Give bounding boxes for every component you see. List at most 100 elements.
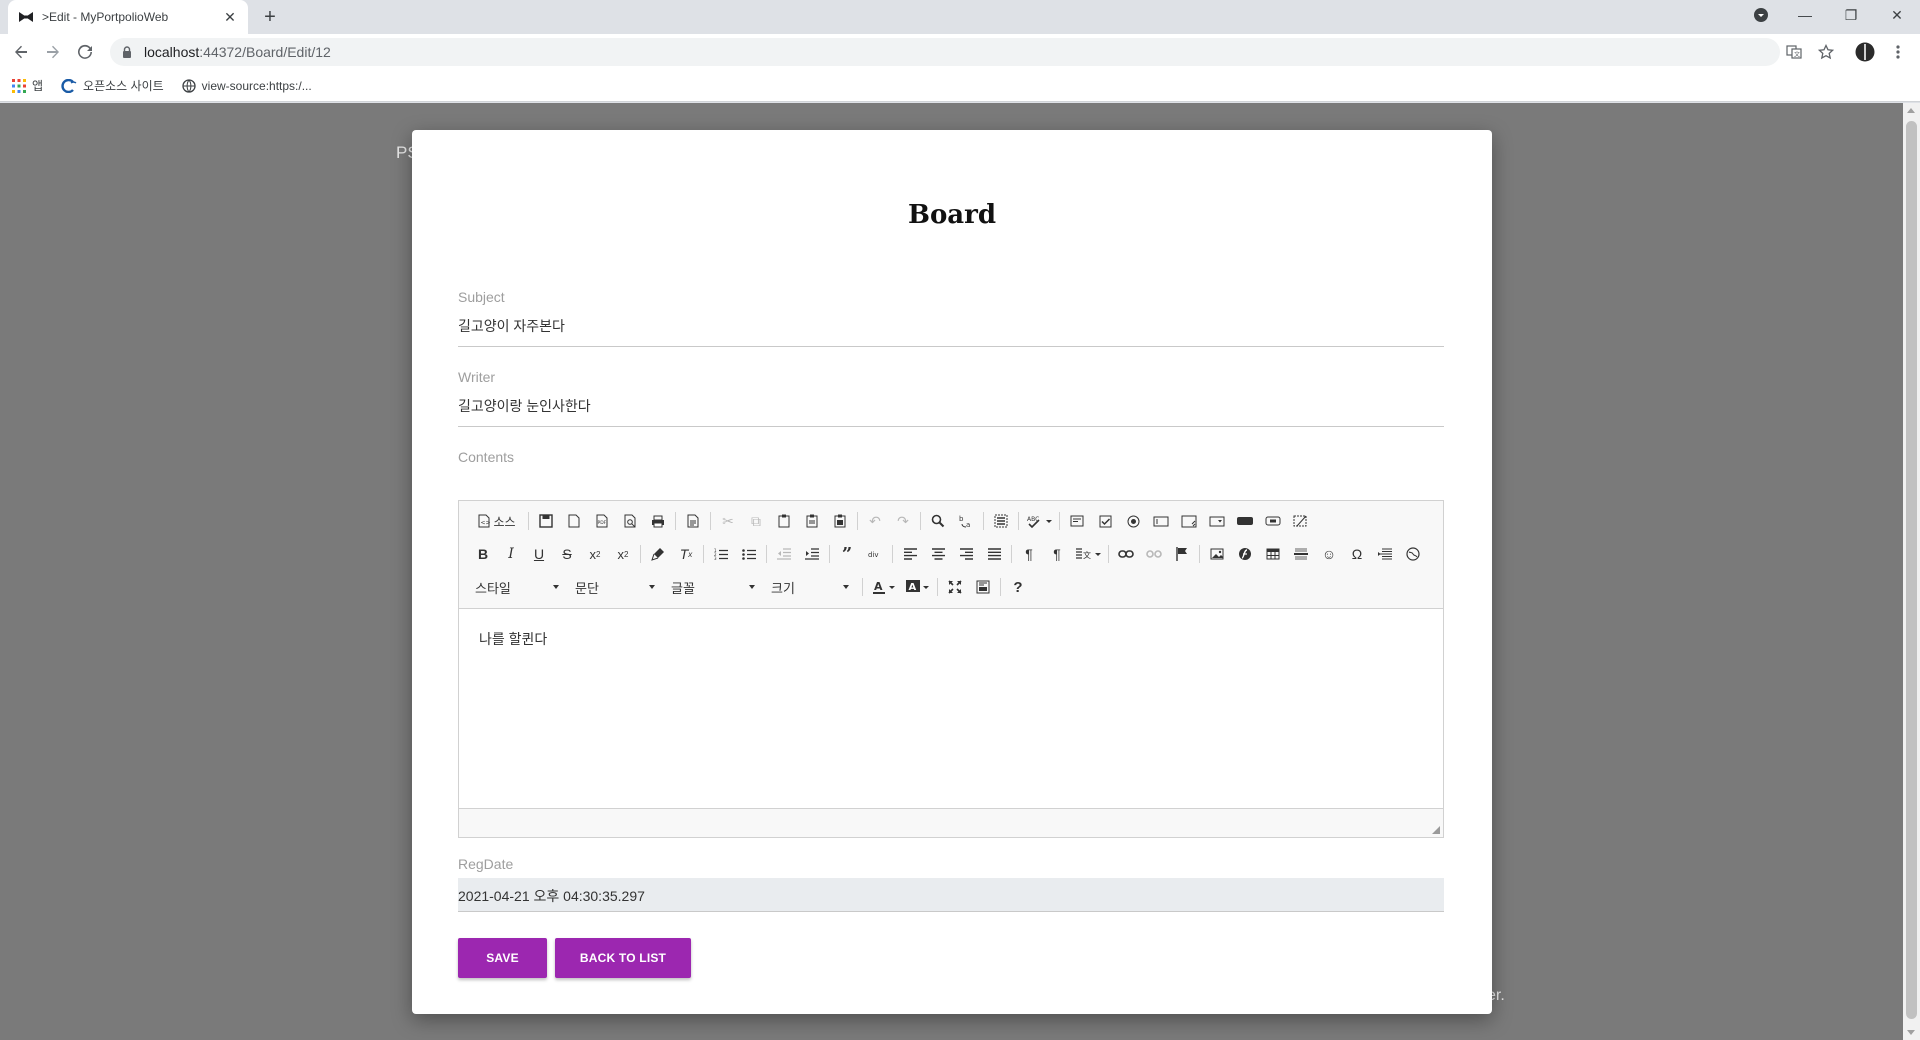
align-right-icon[interactable] (952, 542, 980, 566)
form-icon[interactable] (1063, 509, 1091, 533)
button-field-icon[interactable] (1231, 509, 1259, 533)
textarea-icon[interactable] (1175, 509, 1203, 533)
style-dropdown[interactable]: 스타일 (469, 576, 565, 598)
strikethrough-icon[interactable]: S (553, 542, 581, 566)
link-icon[interactable] (1112, 542, 1140, 566)
bookmark-view-source[interactable]: view-source:https:/... (182, 79, 312, 93)
text-color-button[interactable]: A (866, 575, 900, 599)
back-to-list-button[interactable]: BACK TO LIST (555, 938, 691, 978)
flash-icon[interactable] (1231, 542, 1259, 566)
radio-icon[interactable] (1119, 509, 1147, 533)
templates-icon[interactable] (679, 509, 707, 533)
save-icon[interactable] (532, 509, 560, 533)
smiley-icon[interactable]: ☺ (1315, 542, 1343, 566)
align-justify-icon[interactable] (980, 542, 1008, 566)
page-break-icon[interactable] (1371, 542, 1399, 566)
image-icon[interactable] (1203, 542, 1231, 566)
writer-input[interactable]: 길고양이랑 눈인사한다 (458, 396, 1444, 427)
blockquote-icon[interactable]: ” (833, 542, 861, 566)
toolbar-separator (892, 545, 893, 563)
scrollbar-thumb[interactable] (1906, 121, 1917, 1019)
superscript-icon[interactable]: x2 (609, 542, 637, 566)
scroll-up-icon[interactable] (1907, 108, 1915, 113)
table-icon[interactable] (1259, 542, 1287, 566)
paste-icon[interactable] (770, 509, 798, 533)
source-button[interactable]: <> 소스 (469, 509, 525, 533)
select-field-icon[interactable] (1203, 509, 1231, 533)
reload-icon[interactable] (73, 40, 97, 64)
replace-icon[interactable]: ba (952, 509, 980, 533)
print-icon[interactable] (644, 509, 672, 533)
resize-handle-icon[interactable] (1432, 826, 1440, 834)
copy-format-icon[interactable] (644, 542, 672, 566)
profile-avatar-icon[interactable] (1855, 42, 1875, 62)
image-button-icon[interactable] (1259, 509, 1287, 533)
text-field-icon[interactable] (1147, 509, 1175, 533)
restore-icon[interactable]: ❐ (1828, 0, 1874, 30)
bookmark-opensource-site[interactable]: 오픈소스 사이트 (61, 77, 164, 94)
copy-icon[interactable]: ⧉ (742, 509, 770, 533)
decrease-indent-icon[interactable] (770, 542, 798, 566)
spellcheck-button[interactable]: ABC (1022, 509, 1056, 533)
paste-word-icon[interactable] (826, 509, 854, 533)
minimize-icon[interactable]: — (1782, 0, 1828, 30)
svg-text:a: a (966, 521, 970, 528)
editor-content-area[interactable]: 나를 할퀸다 (459, 609, 1443, 809)
forward-arrow-icon[interactable] (41, 40, 65, 64)
select-all-icon[interactable] (987, 509, 1015, 533)
unlink-icon[interactable] (1140, 542, 1168, 566)
bulleted-list-icon[interactable] (735, 542, 763, 566)
font-dropdown[interactable]: 글꼴 (665, 576, 761, 598)
find-icon[interactable] (924, 509, 952, 533)
undo-icon[interactable]: ↶ (861, 509, 889, 533)
remove-format-icon[interactable]: Tx (672, 542, 700, 566)
special-char-icon[interactable]: Ω (1343, 542, 1371, 566)
translate-icon[interactable]: 文 (1784, 42, 1804, 62)
browser-tab[interactable]: >Edit - MyPortpolioWeb ✕ (8, 0, 248, 34)
preview-icon[interactable] (616, 509, 644, 533)
tab-title: >Edit - MyPortpolioWeb (42, 10, 169, 24)
cut-icon[interactable]: ✂ (714, 509, 742, 533)
anchor-flag-icon[interactable] (1168, 542, 1196, 566)
text-direction-ltr-icon[interactable]: ¶ (1015, 542, 1043, 566)
increase-indent-icon[interactable] (798, 542, 826, 566)
back-arrow-icon[interactable] (9, 40, 33, 64)
format-dropdown[interactable]: 문단 (569, 576, 661, 598)
background-color-button[interactable]: A (900, 575, 934, 599)
paste-text-icon[interactable] (798, 509, 826, 533)
subscript-icon[interactable]: x2 (581, 542, 609, 566)
profile-menu-icon[interactable] (1738, 0, 1784, 30)
horizontal-rule-icon[interactable] (1287, 542, 1315, 566)
scroll-down-icon[interactable] (1907, 1030, 1915, 1035)
underline-icon[interactable]: U (525, 542, 553, 566)
new-page-icon[interactable] (560, 509, 588, 533)
div-container-icon[interactable]: div (861, 542, 889, 566)
page-scrollbar[interactable] (1903, 103, 1920, 1040)
iframe-icon[interactable] (1399, 542, 1427, 566)
maximize-icon[interactable] (941, 575, 969, 599)
close-tab-icon[interactable]: ✕ (222, 9, 238, 25)
address-bar[interactable]: localhost:44372/Board/Edit/12 (110, 38, 1780, 66)
hidden-field-icon[interactable] (1287, 509, 1315, 533)
export-pdf-icon[interactable]: PDF (588, 509, 616, 533)
align-center-icon[interactable] (924, 542, 952, 566)
bookmark-star-icon[interactable] (1816, 42, 1836, 62)
bookmark-apps[interactable]: 앱 (12, 77, 43, 94)
redo-icon[interactable]: ↷ (889, 509, 917, 533)
numbered-list-icon[interactable]: 123 (707, 542, 735, 566)
new-tab-icon[interactable]: + (258, 5, 282, 29)
align-left-icon[interactable] (896, 542, 924, 566)
size-dropdown[interactable]: 크기 (765, 576, 855, 598)
show-blocks-icon[interactable] (969, 575, 997, 599)
language-button[interactable]: 文 (1071, 542, 1105, 566)
close-window-icon[interactable]: ✕ (1874, 0, 1920, 30)
text-direction-rtl-icon[interactable]: ¶ (1043, 542, 1071, 566)
help-icon[interactable]: ? (1004, 575, 1032, 599)
bold-icon[interactable]: B (469, 542, 497, 566)
italic-icon[interactable]: I (497, 542, 525, 566)
checkbox-icon[interactable] (1091, 509, 1119, 533)
text-color-icon: A (872, 580, 885, 594)
subject-input[interactable]: 길고양이 자주본다 (458, 316, 1444, 347)
kebab-menu-icon[interactable] (1888, 42, 1908, 62)
save-button[interactable]: SAVE (458, 938, 547, 978)
